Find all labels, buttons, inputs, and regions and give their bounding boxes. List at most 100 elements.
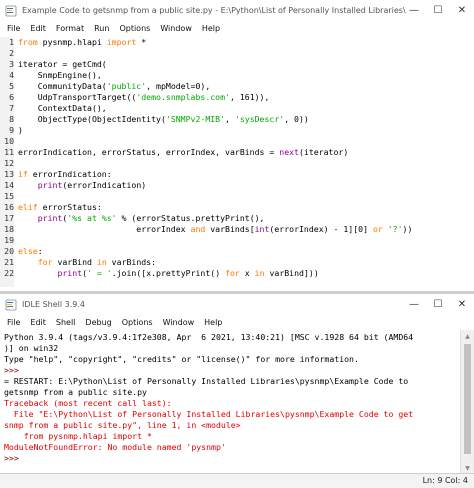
code-line[interactable] [18,136,468,147]
menu-format[interactable]: Format [51,24,89,33]
shell-line[interactable]: File "E:\Python\List of Personally Insta… [4,409,455,420]
code-token: Type "help", "copyright", "credits" or "… [4,354,359,364]
maximize-button[interactable]: ☐ [426,0,450,21]
code-token: ModuleNotFoundError: No module named 'py… [4,442,226,452]
shell-output[interactable]: Python 3.9.4 (tags/v3.9.4:1f2e308, Apr 6… [0,332,461,472]
shell-titlebar[interactable]: IDLE Shell 3.9.4 — ☐ ✕ [0,294,474,315]
code-token: for [225,268,240,278]
code-line[interactable] [18,48,468,59]
code-line[interactable]: UdpTransportTarget(('demo.snmplabs.com',… [18,92,468,103]
menu-window[interactable]: Window [158,318,200,327]
code-line[interactable]: ContextData(), [18,103,468,114]
menu-shell[interactable]: Shell [51,318,81,327]
close-button[interactable]: ✕ [450,0,474,21]
code-token: errorIndex [18,224,191,234]
code-line[interactable] [18,158,468,169]
code-line[interactable]: elif errorStatus: [18,202,468,213]
code-token: errorIndication, errorStatus, errorIndex… [18,147,280,157]
code-editor[interactable]: 1 2 3 4 5 6 7 8 9 10 11 12 13 14 15 16 17 18 19 20 21 22 from… [0,37,474,287]
menu-edit[interactable]: Edit [25,318,51,327]
close-button[interactable]: ✕ [450,294,474,315]
code-token: pysnmp.hlapi [37,37,107,47]
menu-file[interactable]: File [2,318,25,327]
shell-line[interactable]: Python 3.9.4 (tags/v3.9.4:1f2e308, Apr 6… [4,332,455,343]
minimize-button[interactable]: — [402,294,426,315]
shell-line[interactable]: snmp from a public site.py", line 1, in … [4,420,455,431]
menu-window[interactable]: Window [155,24,197,33]
code-token: % (errorStatus.prettyPrint(), [116,213,265,223]
code-line[interactable] [18,191,468,202]
code-token: )] on win32 [4,343,59,353]
code-token: = RESTART: E:\Python\List of Personally … [4,376,409,386]
code-token: if [18,169,28,179]
cursor-position: Ln: 9 Col: 4 [422,476,468,485]
code-line[interactable]: CommunityData('public', mpModel=0), [18,81,468,92]
line-number: 5 [9,81,14,91]
code-token: varBind])) [264,268,319,278]
shell-line[interactable]: ModuleNotFoundError: No module named 'py… [4,442,455,453]
code-token: iterator = getCmd( [18,59,107,69]
shell-line[interactable]: getsnmp from a public site.py [4,387,455,398]
line-number: 13 [4,169,14,179]
code-line[interactable]: SnmpEngine(), [18,70,468,81]
code-token: or [372,224,383,234]
menu-options[interactable]: Options [114,24,155,33]
code-line[interactable]: ) [18,125,468,136]
minimize-button[interactable]: — [402,0,426,21]
code-token: ObjectType(ObjectIdentity( [18,114,166,124]
code-token: File "E:\Python\List of Personally Insta… [4,409,414,419]
code-line[interactable]: else: [18,246,468,257]
shell-lines[interactable]: Python 3.9.4 (tags/v3.9.4:1f2e308, Apr 6… [4,332,455,464]
code-line[interactable]: ObjectType(ObjectIdentity('SNMPv2-MIB' , … [18,114,468,125]
code-line[interactable]: print(' = '.join([x.prettyPrint() for x … [18,268,468,279]
menu-run[interactable]: Run [89,24,114,33]
line-number: 9 [9,125,14,135]
maximize-button[interactable]: ☐ [426,294,450,315]
scroll-up-icon[interactable]: ▲ [461,330,474,342]
shell-line[interactable]: >>> [4,365,455,376]
code-token: else [18,246,38,256]
code-line[interactable]: errorIndication, errorStatus, errorIndex… [18,147,468,158]
code-token: join([x.prettyPrint() [116,268,226,278]
menu-help[interactable]: Help [199,318,227,327]
shell-line[interactable]: Traceback (most recent call last): [4,398,455,409]
code-token: from [18,37,38,47]
shell-line[interactable]: )] on win32 [4,343,455,354]
code-line[interactable]: from pysnmp.hlapi import * [18,37,468,48]
code-line[interactable]: errorIndex and varBinds[int(errorIndex) … [18,224,468,235]
shell-line[interactable]: = RESTART: E:\Python\List of Personally … [4,376,455,387]
line-number: 8 [9,114,14,124]
menu-file[interactable]: File [2,24,25,33]
code-token: )) [402,224,413,234]
code-line[interactable] [18,235,468,246]
menu-help[interactable]: Help [197,24,225,33]
code-token: ' = ' [87,268,112,278]
code-lines[interactable]: from pysnmp.hlapi import * iterator = get… [18,37,468,279]
line-number: 6 [9,92,14,102]
code-token: >>> [4,365,19,375]
shell-scrollbar[interactable]: ▲ ▼ [460,330,474,474]
menu-options[interactable]: Options [117,318,158,327]
code-token: x [239,268,255,278]
shell-line[interactable]: Type "help", "copyright", "credits" or "… [4,354,455,365]
code-line[interactable]: if errorIndication: [18,169,468,180]
shell-window-title: IDLE Shell 3.9.4 [22,300,85,309]
code-line[interactable]: print('%s at %s' % (errorStatus.prettyPr… [18,213,468,224]
status-bar: Ln: 9 Col: 4 [0,473,474,488]
menu-debug[interactable]: Debug [80,318,116,327]
line-number: 22 [4,268,14,278]
minimize-icon: — [409,5,419,16]
menu-edit[interactable]: Edit [25,24,51,33]
editor-titlebar[interactable]: Example Code to getsnmp from a public si… [0,0,474,21]
shell-line[interactable]: from pysnmp.hlapi import * [4,431,455,442]
code-token: and [190,224,206,234]
code-line[interactable]: print(errorIndication) [18,180,468,191]
line-number: 18 [4,224,14,234]
code-token: * [136,37,147,47]
scroll-thumb[interactable] [464,344,471,454]
code-line[interactable]: for varBind in varBinds: [18,257,468,268]
code-token: Python 3.9.4 (tags/v3.9.4:1f2e308, Apr 6… [4,332,414,342]
code-line[interactable]: iterator = getCmd( [18,59,468,70]
shell-line[interactable]: >>> [4,453,455,464]
